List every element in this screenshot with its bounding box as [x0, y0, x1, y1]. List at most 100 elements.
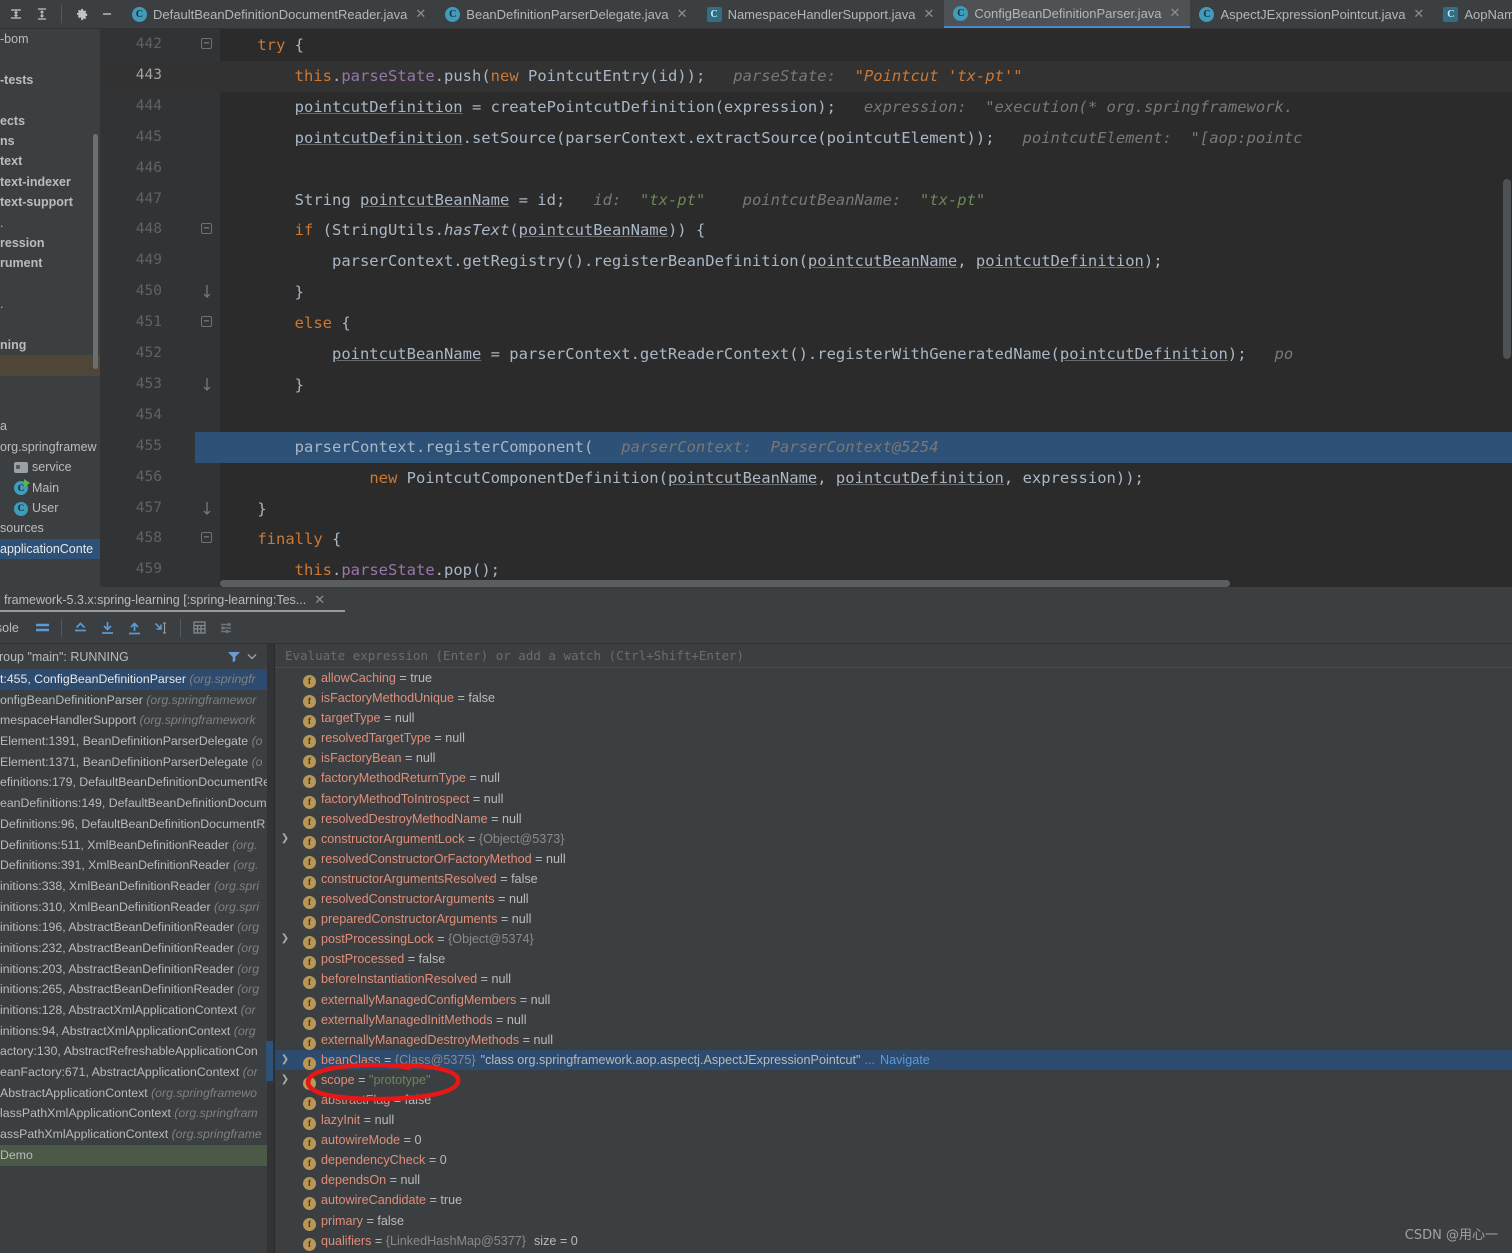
code-line[interactable]: String pointcutBeanName = id; id: "tx-pt… — [220, 191, 986, 209]
variable-row[interactable]: f isFactoryMethodUnique = false — [275, 688, 1512, 709]
code-line[interactable]: pointcutDefinition.setSource(parserConte… — [220, 129, 1303, 147]
expand-arrow-icon[interactable]: ❯ — [280, 1074, 290, 1086]
editor-tab-3[interactable]: C ConfigBeanDefinitionParser.java ✕ — [944, 0, 1191, 28]
code-folding-marker[interactable]: − — [200, 223, 214, 237]
project-tree-item[interactable]: text-support — [0, 192, 100, 212]
code-line[interactable]: parserContext.getRegistry().registerBean… — [220, 252, 1163, 270]
code-folding-marker[interactable] — [200, 377, 214, 392]
run-configuration-tab[interactable]: framework-5.3.x:spring-learning [:spring… — [0, 587, 333, 612]
variable-row[interactable]: f isFactoryBean = null — [275, 748, 1512, 769]
stack-frame-row[interactable]: actory:130, AbstractRefreshableApplicati… — [0, 1041, 275, 1062]
code-line[interactable]: this.parseState.pop(); — [220, 561, 500, 579]
project-tree-item[interactable] — [0, 90, 100, 110]
project-tree-item[interactable] — [0, 314, 100, 334]
stack-frame-row[interactable]: t:455, ConfigBeanDefinitionParser (org.s… — [0, 669, 275, 690]
step-out-icon[interactable] — [67, 614, 94, 642]
stack-frame-row[interactable]: initions:265, AbstractBeanDefinitionRead… — [0, 979, 275, 1000]
evaluate-expression-input[interactable]: Evaluate expression (Enter) or add a wat… — [275, 644, 1512, 668]
stack-frame-row[interactable]: initions:310, XmlBeanDefinitionReader (o… — [0, 897, 275, 918]
close-icon[interactable]: ✕ — [415, 6, 426, 22]
collapse-all-icon[interactable] — [4, 1, 28, 27]
code-line[interactable]: } — [220, 500, 266, 518]
variable-row[interactable]: f allowCaching = true — [275, 668, 1512, 688]
stack-frame-row[interactable]: efinitions:179, DefaultBeanDefinitionDoc… — [0, 772, 275, 793]
variable-row[interactable]: f factoryMethodReturnType = null — [275, 768, 1512, 789]
project-tree-item[interactable]: . — [0, 294, 100, 314]
project-tree-item[interactable]: ning — [0, 335, 100, 355]
expand-arrow-icon[interactable]: ❯ — [280, 833, 290, 845]
console-tab-label[interactable]: onsole — [0, 621, 29, 635]
project-tree-item[interactable]: C Main — [0, 478, 100, 498]
project-tree-item[interactable]: ression — [0, 233, 100, 253]
variable-row[interactable]: f constructorArgumentsResolved = false — [275, 869, 1512, 889]
code-folding-marker[interactable] — [200, 501, 214, 516]
variable-row[interactable]: f targetType = null — [275, 708, 1512, 729]
project-tree-item[interactable]: ects — [0, 111, 100, 131]
variable-row[interactable]: f qualifiers = {LinkedHashMap@5377} size =… — [275, 1231, 1512, 1251]
stack-frame-row[interactable]: lassPathXmlApplicationContext (org.sprin… — [0, 1103, 275, 1124]
project-tree-item[interactable] — [0, 274, 100, 294]
editor-tab-0[interactable]: C DefaultBeanDefinitionDocumentReader.jav… — [123, 0, 436, 28]
code-line[interactable]: parserContext.registerComponent( parserC… — [220, 438, 939, 456]
stack-frame-row[interactable]: Demo — [0, 1144, 275, 1166]
stack-frame-row[interactable]: Definitions:511, XmlBeanDefinitionReader… — [0, 835, 275, 856]
force-step-into-icon[interactable] — [148, 614, 175, 642]
stack-frame-row[interactable]: initions:338, XmlBeanDefinitionReader (o… — [0, 876, 275, 897]
variable-row[interactable]: f resolvedTargetType = null — [275, 728, 1512, 749]
expand-arrow-icon[interactable]: ❯ — [280, 933, 290, 945]
thread-selector[interactable]: group "main": RUNNING — [0, 644, 275, 669]
project-tree-item[interactable]: text — [0, 151, 100, 171]
stack-frame-row[interactable]: onfigBeanDefinitionParser (org.springfra… — [0, 690, 275, 711]
stack-frame-row[interactable]: Element:1371, BeanDefinitionParserDelega… — [0, 752, 275, 773]
variable-row[interactable]: f resolvedConstructorArguments = null — [275, 889, 1512, 910]
stack-frame-row[interactable]: initions:94, AbstractXmlApplicationConte… — [0, 1021, 275, 1042]
project-tree-item[interactable]: C User — [0, 498, 100, 518]
variable-row[interactable]: f externallyManagedInitMethods = null — [275, 1010, 1512, 1030]
code-folding-marker[interactable] — [200, 285, 214, 299]
step-into-icon[interactable] — [94, 614, 121, 642]
variable-row[interactable]: ❯ f constructorArgumentLock = {Object@5373… — [275, 829, 1512, 849]
stack-frame-row[interactable]: initions:196, AbstractBeanDefinitionRead… — [0, 917, 275, 938]
stack-frame-row[interactable]: Definitions:96, DefaultBeanDefinitionDoc… — [0, 814, 275, 835]
code-line[interactable]: if (StringUtils.hasText(pointcutBeanName… — [220, 221, 706, 239]
project-tree-panel[interactable]: -bom -tests ects ns text text-indexer text-sup… — [0, 29, 100, 587]
frames-panel[interactable]: group "main": RUNNING t:455, ConfigBeanD… — [0, 644, 275, 1253]
variable-row[interactable]: f abstractFlag = false — [275, 1090, 1512, 1110]
code-line[interactable]: new PointcutComponentDefinition(pointcut… — [220, 469, 1144, 487]
variable-row[interactable]: ❯ f scope = "prototype" — [275, 1070, 1512, 1090]
navigate-link[interactable]: Navigate — [880, 1053, 930, 1067]
editor-gutter[interactable]: 442 − 443 444 445 446 447 448 − 449 450 451 − 452 453 4… — [100, 29, 220, 587]
stack-frame-row[interactable]: initions:232, AbstractBeanDefinitionRead… — [0, 938, 275, 959]
frames-scrollbar-thumb[interactable] — [266, 1041, 273, 1081]
stack-frame-row[interactable]: eanDefinitions:149, DefaultBeanDefinitio… — [0, 793, 275, 814]
expand-all-icon[interactable] — [30, 1, 54, 27]
code-folding-marker[interactable]: − — [200, 532, 214, 546]
project-tree-item[interactable] — [0, 49, 100, 69]
step-over-icon[interactable] — [121, 614, 148, 642]
close-icon[interactable]: ✕ — [1170, 5, 1181, 21]
stack-frame-row[interactable]: initions:203, AbstractBeanDefinitionRead… — [0, 959, 275, 980]
editor-tab-4[interactable]: C AspectJExpressionPointcut.java ✕ — [1190, 0, 1434, 28]
variable-row[interactable]: f postProcessed = false — [275, 949, 1512, 970]
variable-row[interactable]: f preparedConstructorArguments = null — [275, 909, 1512, 930]
project-tree-item[interactable]: -bom — [0, 29, 100, 49]
project-tree-item[interactable]: service — [0, 457, 100, 477]
variable-row[interactable]: f externallyManagedConfigMembers = null — [275, 990, 1512, 1010]
project-tree-item[interactable] — [0, 376, 100, 396]
variable-row[interactable]: f resolvedDestroyMethodName = null — [275, 809, 1512, 829]
expand-arrow-icon[interactable]: ❯ — [280, 1054, 290, 1066]
minimize-icon[interactable] — [95, 1, 119, 27]
variables-panel[interactable]: Evaluate expression (Enter) or add a wat… — [275, 644, 1512, 1253]
project-tree-item[interactable]: a — [0, 416, 100, 436]
editor-vertical-scrollbar[interactable] — [1503, 179, 1511, 359]
editor-tab-1[interactable]: C BeanDefinitionParserDelegate.java ✕ — [436, 0, 697, 28]
evaluate-icon[interactable] — [186, 614, 213, 642]
variable-row[interactable]: f resolvedConstructorOrFactoryMethod = nu… — [275, 849, 1512, 869]
close-icon[interactable]: ✕ — [314, 592, 325, 608]
editor-tab-2[interactable]: C NamespaceHandlerSupport.java ✕ — [698, 0, 945, 28]
project-tree-item[interactable] — [0, 396, 100, 416]
project-tree-item[interactable]: rument — [0, 253, 100, 273]
code-line[interactable]: pointcutBeanName = parserContext.getRead… — [220, 345, 1293, 363]
project-tree-item[interactable]: . — [0, 213, 100, 233]
stack-frame-row[interactable]: Definitions:391, XmlBeanDefinitionReader… — [0, 855, 275, 876]
